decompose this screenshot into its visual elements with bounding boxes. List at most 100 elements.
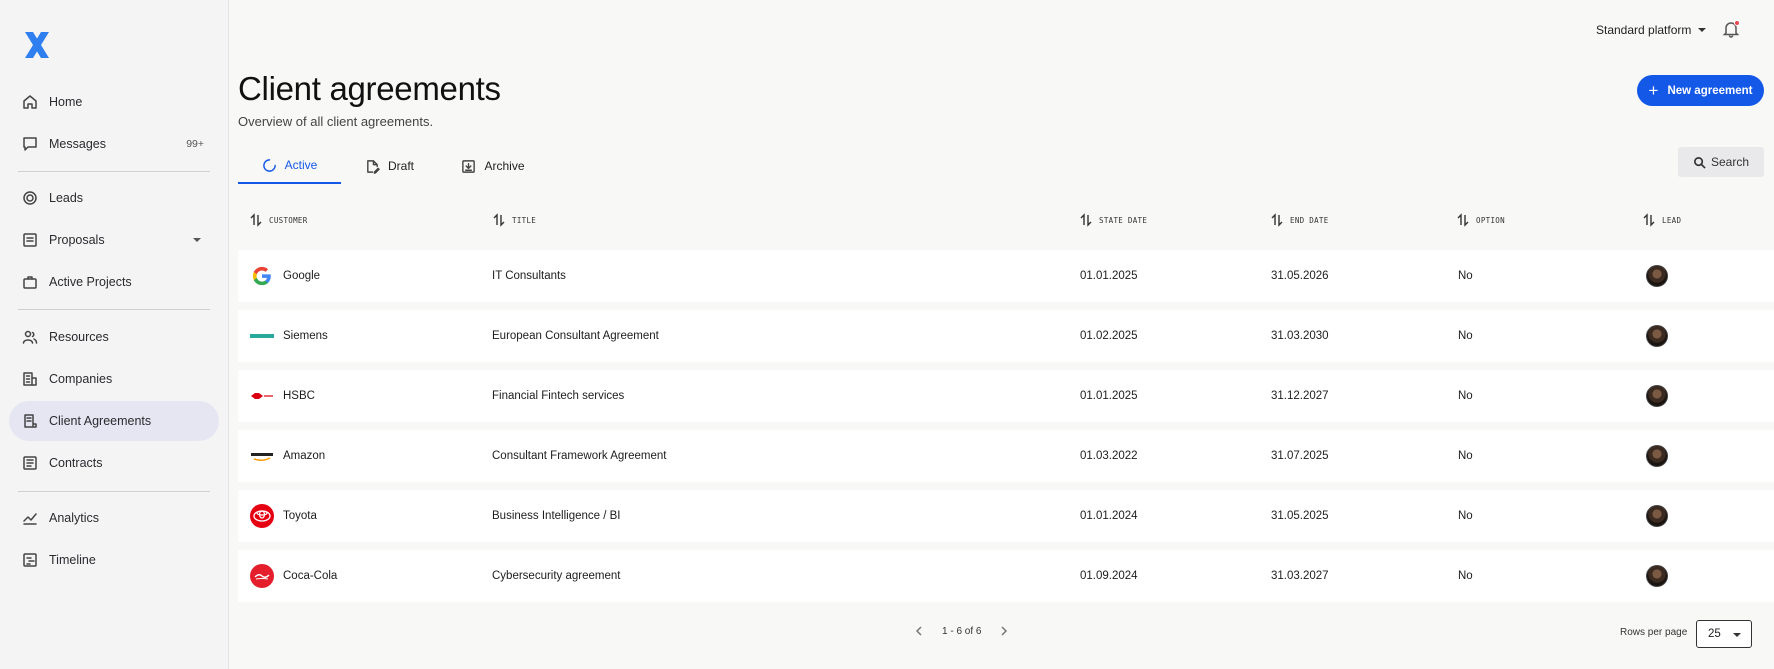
search-button[interactable]: Search <box>1678 147 1764 177</box>
sidebar-item-active-projects[interactable]: Active Projects <box>9 262 219 302</box>
sidebar-item-companies[interactable]: Companies <box>9 359 219 399</box>
sidebar-item-resources[interactable]: Resources <box>9 317 219 357</box>
table-row[interactable]: Siemens European Consultant Agreement 01… <box>238 310 1774 362</box>
title-cell: IT Consultants <box>492 270 566 282</box>
tab-label: Archive <box>484 159 525 173</box>
column-customer[interactable]: CUSTOMER <box>250 208 308 232</box>
chevron-down-icon <box>1733 633 1741 637</box>
home-icon <box>22 94 38 110</box>
sidebar-item-label: Resources <box>49 330 109 344</box>
tab-draft[interactable]: Draft <box>341 148 438 184</box>
start-date-cell: 01.01.2025 <box>1080 390 1138 402</box>
column-label: STATE DATE <box>1099 215 1148 225</box>
building-icon <box>22 371 38 387</box>
title-cell: European Consultant Agreement <box>492 330 659 342</box>
hsbc-logo <box>250 384 274 408</box>
rows-per-page-select[interactable]: 25 <box>1696 620 1752 648</box>
spinner-icon <box>262 158 276 172</box>
chevron-down-icon[interactable] <box>193 238 201 242</box>
column-label: LEAD <box>1662 215 1682 225</box>
bell-icon[interactable] <box>1722 20 1740 38</box>
customer-cell: HSBC <box>250 370 315 422</box>
end-date-cell: 31.05.2025 <box>1271 510 1329 522</box>
start-date-cell: 01.01.2024 <box>1080 510 1138 522</box>
table-row[interactable]: Toyota Business Intelligence / BI 01.01.… <box>238 490 1774 542</box>
tab-archive[interactable]: Archive <box>438 148 548 184</box>
lead-cell <box>1646 250 1668 302</box>
sidebar-item-analytics[interactable]: Analytics <box>9 498 219 538</box>
avatar[interactable] <box>1646 265 1668 287</box>
google-logo <box>250 264 274 288</box>
new-agreement-button[interactable]: + New agreement <box>1637 75 1764 106</box>
chevron-right-icon[interactable] <box>997 624 1011 638</box>
column-start-date[interactable]: STATE DATE <box>1080 208 1147 232</box>
sidebar-item-contracts[interactable]: Contracts <box>9 443 219 483</box>
table-row[interactable]: Google IT Consultants 01.01.2025 31.05.2… <box>238 250 1774 302</box>
end-date-cell: 31.05.2026 <box>1271 270 1329 282</box>
sidebar-item-proposals[interactable]: Proposals <box>9 220 219 260</box>
sort-icon <box>1271 213 1283 227</box>
avatar[interactable] <box>1646 385 1668 407</box>
avatar[interactable] <box>1646 505 1668 527</box>
table-row[interactable]: Coca-Cola Cybersecurity agreement 01.09.… <box>238 550 1774 602</box>
customer-name: Toyota <box>283 510 317 522</box>
coca-cola-logo <box>250 564 274 588</box>
people-icon <box>22 329 38 345</box>
avatar[interactable] <box>1646 565 1668 587</box>
column-title[interactable]: TITLE <box>493 208 536 232</box>
search-icon <box>1694 156 1706 169</box>
x-logo-icon[interactable] <box>20 28 54 62</box>
sidebar-item-label: Active Projects <box>49 275 132 289</box>
agreement-icon <box>22 413 38 429</box>
sidebar-item-client-agreements[interactable]: Client Agreements <box>9 401 219 441</box>
column-end-date[interactable]: END DATE <box>1271 208 1329 232</box>
option-cell: No <box>1458 570 1473 582</box>
sidebar-item-leads[interactable]: Leads <box>9 178 219 218</box>
chevron-down-icon <box>1698 28 1707 32</box>
sidebar-divider <box>18 309 210 310</box>
column-option[interactable]: OPTION <box>1457 208 1505 232</box>
chevron-left-icon[interactable] <box>912 624 926 638</box>
lead-cell <box>1646 430 1668 482</box>
messages-count-badge: 99+ <box>186 138 204 150</box>
page-title: Client agreements <box>238 70 501 107</box>
end-date-cell: 31.12.2027 <box>1271 390 1329 402</box>
platform-selector[interactable]: Standard platform <box>1596 23 1707 37</box>
tab-active[interactable]: Active <box>238 148 341 184</box>
chart-icon <box>22 510 38 526</box>
table-row[interactable]: Amazon Consultant Framework Agreement 01… <box>238 430 1774 482</box>
sort-icon <box>1080 213 1092 227</box>
customer-name: HSBC <box>283 390 315 402</box>
sidebar-item-label: Messages <box>49 137 106 151</box>
option-cell: No <box>1458 390 1473 402</box>
sidebar-item-label: Contracts <box>49 456 103 470</box>
table-row[interactable]: HSBC Financial Fintech services 01.01.20… <box>238 370 1774 422</box>
sidebar-item-label: Home <box>49 95 83 109</box>
contract-icon <box>22 455 38 471</box>
start-date-cell: 01.02.2025 <box>1080 330 1138 342</box>
sidebar-item-home[interactable]: Home <box>9 82 219 122</box>
sidebar-divider <box>18 171 210 172</box>
customer-name: Siemens <box>283 330 328 342</box>
sidebar-item-label: Client Agreements <box>49 414 152 428</box>
tab-label: Active <box>284 158 318 172</box>
avatar[interactable] <box>1646 325 1668 347</box>
column-label: END DATE <box>1290 215 1329 225</box>
briefcase-icon <box>22 274 38 290</box>
sort-icon <box>1457 213 1469 227</box>
sidebar-item-timeline[interactable]: Timeline <box>9 540 219 580</box>
plus-icon: + <box>1648 81 1659 100</box>
column-lead[interactable]: LEAD <box>1643 208 1681 232</box>
option-cell: No <box>1458 330 1473 342</box>
siemens-logo <box>250 324 274 348</box>
lead-cell <box>1646 490 1668 542</box>
pagination: 1 - 6 of 6 <box>912 624 1011 638</box>
sort-icon <box>493 213 505 227</box>
sort-icon <box>1643 213 1655 227</box>
title-cell: Financial Fintech services <box>492 390 625 402</box>
sidebar-item-label: Proposals <box>49 233 105 247</box>
customer-name: Amazon <box>283 450 326 462</box>
sidebar-item-messages[interactable]: Messages 99+ <box>9 124 219 164</box>
option-cell: No <box>1458 450 1473 462</box>
avatar[interactable] <box>1646 445 1668 467</box>
